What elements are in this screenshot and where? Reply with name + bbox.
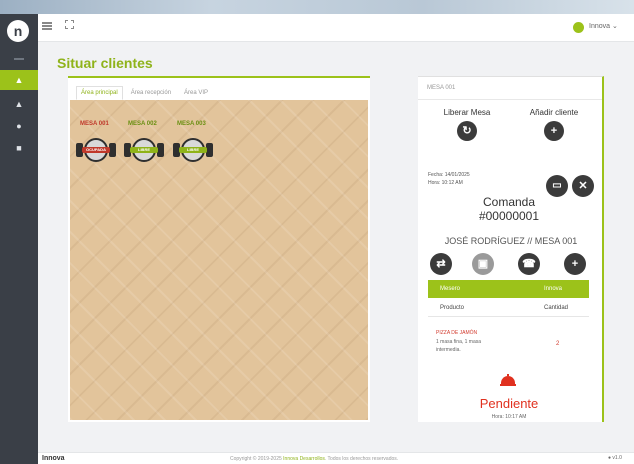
add-icon[interactable]: + xyxy=(564,253,586,275)
copyright-prefix: Copyright © 2019-2025 xyxy=(230,456,282,462)
table-label-mesa-001: MESA 001 xyxy=(80,121,109,127)
menu-icon[interactable] xyxy=(42,22,52,30)
sidebar-item-mesas[interactable]: ▲ xyxy=(0,94,38,114)
comanda-number: #00000001 xyxy=(478,209,540,223)
product-quantity: 2 xyxy=(556,341,560,347)
scissors-icon[interactable]: ✕ xyxy=(572,175,594,197)
hora-line: Hora: 10:12 AM xyxy=(428,180,463,186)
service-bell-icon xyxy=(500,374,516,386)
comanda-label: Comanda xyxy=(482,195,536,209)
product-name: PIZZA DE JAMÓN xyxy=(436,330,478,336)
sidebar-item-reportes[interactable]: ■ xyxy=(0,138,38,158)
status-badge: OCUPADA xyxy=(82,147,110,153)
whatsapp-icon[interactable]: ☎ xyxy=(518,253,540,275)
table-label-mesa-002: MESA 002 xyxy=(128,121,157,127)
table-mesa-003[interactable]: LIBRE xyxy=(173,138,213,162)
table-mesa-002[interactable]: LIBRE xyxy=(124,138,164,162)
fecha-value: 14/01/2025 xyxy=(444,172,470,178)
fecha-label: Fecha: xyxy=(428,172,444,178)
col-producto: Producto xyxy=(440,305,465,311)
tab-area-vip[interactable]: Área VIP xyxy=(179,86,213,100)
users-icon: ● xyxy=(16,121,22,131)
product-description: 1 masa fina, 1 masa intermedia. xyxy=(436,339,482,353)
order-status: Pendiente xyxy=(479,396,539,411)
user-avatar[interactable] xyxy=(573,22,584,33)
bell-dome xyxy=(501,376,515,384)
refresh-icon: ↻ xyxy=(457,121,477,141)
order-grid-columns: Producto Cantidad xyxy=(428,305,589,317)
table-label-mesa-003: MESA 003 xyxy=(177,121,206,127)
col-cantidad: Cantidad xyxy=(544,305,569,311)
sidebar-item-situar-clientes[interactable]: ▲ xyxy=(0,70,38,90)
top-banner xyxy=(0,0,634,14)
table-mesa-001[interactable]: OCUPADA xyxy=(76,138,116,162)
client-table-line: JOSÉ RODRÍGUEZ // MESA 001 xyxy=(444,236,578,246)
footer-version: ● v1.0 xyxy=(608,455,622,461)
app-logo[interactable]: n xyxy=(7,20,29,42)
footer-copyright: Copyright © 2019-2025 Innova Desarrollos… xyxy=(230,456,398,462)
top-header xyxy=(38,14,634,42)
sidebar-item-clientes[interactable]: ● xyxy=(0,116,38,136)
detail-header-title: MESA 001 xyxy=(427,85,456,91)
split-icon[interactable]: ▣ xyxy=(472,253,494,275)
area-tabs: Área principal Área recepción Área VIP xyxy=(76,86,213,100)
chair-icon xyxy=(157,143,164,157)
page-title: Situar clientes xyxy=(57,55,153,71)
status-badge: LIBRE xyxy=(130,147,158,153)
person-icon: ▲ xyxy=(14,75,24,85)
sidebar: n ▲ ▲ ● ■ xyxy=(0,14,38,464)
hora-value: 10:12 AM xyxy=(441,180,463,186)
user-menu[interactable]: Innova ⌄ xyxy=(589,22,618,30)
status-badge: LIBRE xyxy=(179,147,207,153)
bell-base xyxy=(500,384,516,386)
fecha-line: Fecha: 14/01/2025 xyxy=(428,172,470,178)
anadir-cliente-button[interactable]: Añadir cliente + xyxy=(518,108,590,141)
table-icon: ▲ xyxy=(14,99,24,109)
grid-col-innova: Innova xyxy=(544,286,563,292)
document-icon[interactable]: ▭ xyxy=(546,175,568,197)
hora-label: Hora: xyxy=(428,180,441,186)
sidebar-divider xyxy=(14,58,24,60)
order-grid-header: Mesero Innova xyxy=(428,280,589,298)
chair-icon xyxy=(109,143,116,157)
chair-icon xyxy=(206,143,213,157)
add-user-icon: + xyxy=(544,121,564,141)
anadir-cliente-label: Añadir cliente xyxy=(529,108,579,117)
fullscreen-icon[interactable] xyxy=(65,20,74,29)
copyright-suffix: . Todos los derechos reservados. xyxy=(324,456,399,462)
tab-area-recepcion[interactable]: Área recepción xyxy=(126,86,176,100)
footer-brand: Innova xyxy=(42,455,65,462)
building-icon: ■ xyxy=(16,143,22,153)
liberar-mesa-label: Liberar Mesa xyxy=(443,108,491,117)
comanda-title: Comanda #00000001 xyxy=(436,195,582,223)
tab-area-principal[interactable]: Área principal xyxy=(76,86,123,100)
grid-col-mesero: Mesero xyxy=(440,286,461,292)
copyright-link[interactable]: Innova Desarrollos xyxy=(283,456,325,462)
liberar-mesa-button[interactable]: Liberar Mesa ↻ xyxy=(432,108,502,141)
order-status-time: Hora: 10:17 AM xyxy=(491,414,527,420)
detail-header: MESA 001 xyxy=(418,78,602,100)
order-actions: ⇄ ▣ ☎ + xyxy=(424,253,598,275)
transfer-icon[interactable]: ⇄ xyxy=(430,253,452,275)
